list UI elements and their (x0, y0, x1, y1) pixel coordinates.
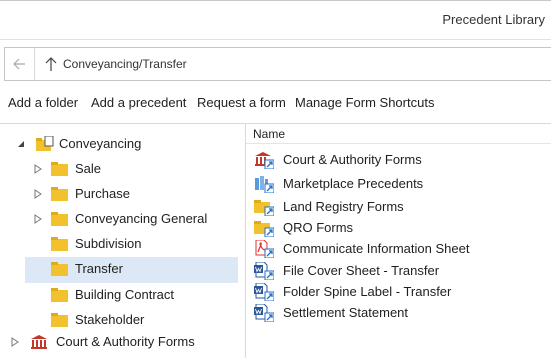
manage-form-shortcuts-button[interactable]: Manage Form Shortcuts (295, 95, 434, 110)
folder-icon (51, 313, 68, 327)
marketplace-shortcut-icon (255, 176, 274, 193)
folder-icon (51, 237, 68, 251)
title-bar: Precedent Library (0, 0, 551, 40)
collapsed-chevron-icon[interactable] (33, 163, 43, 175)
list-item[interactable]: File Cover Sheet - Transfer (246, 260, 551, 281)
add-folder-button[interactable]: Add a folder (8, 95, 78, 110)
tree-item-court-authority-forms[interactable]: Court & Authority Forms (0, 330, 245, 354)
tree-item-sale[interactable]: Sale (0, 157, 245, 181)
list-item-label: Folder Spine Label - Transfer (283, 284, 452, 299)
precedent-list: Name Court & Authority Forms Marketplace… (246, 124, 551, 358)
list-item-label: File Cover Sheet - Transfer (283, 263, 440, 278)
word-shortcut-icon (254, 283, 274, 301)
list-item[interactable]: Communicate Information Sheet (246, 238, 551, 259)
column-header-name[interactable]: Name (246, 124, 551, 144)
column-header-label: Name (253, 127, 286, 141)
tree-item-label: Conveyancing General (75, 211, 208, 226)
back-arrow-icon (13, 58, 25, 70)
list-item-label: Communicate Information Sheet (283, 241, 470, 256)
court-shortcut-icon (255, 152, 274, 169)
folder-icon (51, 288, 68, 302)
list-item[interactable]: Marketplace Precedents (246, 173, 551, 194)
window-title: Precedent Library (442, 12, 545, 27)
expanded-chevron-icon[interactable] (16, 138, 26, 150)
tree-item-label: Building Contract (75, 287, 174, 302)
folder-icon (51, 262, 68, 276)
tree-item-transfer[interactable]: Transfer (0, 257, 245, 283)
list-item-label: Court & Authority Forms (283, 152, 422, 167)
folder-shortcut-icon (254, 200, 274, 216)
word-shortcut-icon (254, 304, 274, 322)
address-path[interactable]: Conveyancing/Transfer (63, 57, 187, 71)
list-item[interactable]: QRO Forms (246, 217, 551, 238)
tree-item-label: Transfer (75, 261, 123, 276)
folder-document-icon (36, 136, 54, 151)
list-item[interactable]: Court & Authority Forms (246, 149, 551, 170)
tree-item-purchase[interactable]: Purchase (0, 182, 245, 206)
list-item[interactable]: Land Registry Forms (246, 196, 551, 217)
tree-item-label: Conveyancing (59, 136, 142, 151)
collapsed-chevron-icon[interactable] (33, 188, 43, 200)
tree-item-conveyancing[interactable]: Conveyancing (0, 132, 245, 156)
courthouse-icon (31, 335, 47, 349)
word-shortcut-icon (254, 262, 274, 280)
folder-icon (51, 162, 68, 176)
toolbar: Add a folder Add a precedent Request a f… (0, 95, 551, 115)
tree-item-label: Purchase (75, 186, 130, 201)
folder-shortcut-icon (254, 221, 274, 237)
list-item-label: Land Registry Forms (283, 199, 404, 214)
tree-item-label: Stakeholder (75, 312, 145, 327)
tree-item-building-contract[interactable]: Building Contract (0, 283, 245, 307)
list-item-label: Settlement Statement (283, 305, 409, 320)
address-bar: Conveyancing/Transfer (4, 47, 551, 81)
list-item-label: Marketplace Precedents (283, 176, 424, 191)
add-precedent-button[interactable]: Add a precedent (91, 95, 186, 110)
folder-icon (51, 212, 68, 226)
folder-icon (51, 187, 68, 201)
tree-item-conveyancing-general[interactable]: Conveyancing General (0, 207, 245, 231)
list-item-label: QRO Forms (283, 220, 354, 235)
list-item[interactable]: Folder Spine Label - Transfer (246, 281, 551, 302)
tree-item-label: Subdivision (75, 236, 142, 251)
list-item[interactable]: Settlement Statement (246, 302, 551, 323)
back-button[interactable] (5, 48, 35, 80)
tree-item-stakeholder[interactable]: Stakeholder (0, 308, 245, 332)
up-arrow-icon (45, 57, 57, 71)
pdf-shortcut-icon (255, 240, 274, 258)
collapsed-chevron-icon[interactable] (10, 336, 20, 348)
request-form-button[interactable]: Request a form (197, 95, 286, 110)
tree-item-label: Sale (75, 161, 102, 176)
tree-item-subdivision[interactable]: Subdivision (0, 232, 245, 256)
collapsed-chevron-icon[interactable] (33, 213, 43, 225)
up-button[interactable] (41, 48, 61, 80)
folder-tree: Conveyancing Sale Purchase Conveyancing … (0, 124, 245, 358)
tree-item-label: Court & Authority Forms (56, 334, 195, 349)
